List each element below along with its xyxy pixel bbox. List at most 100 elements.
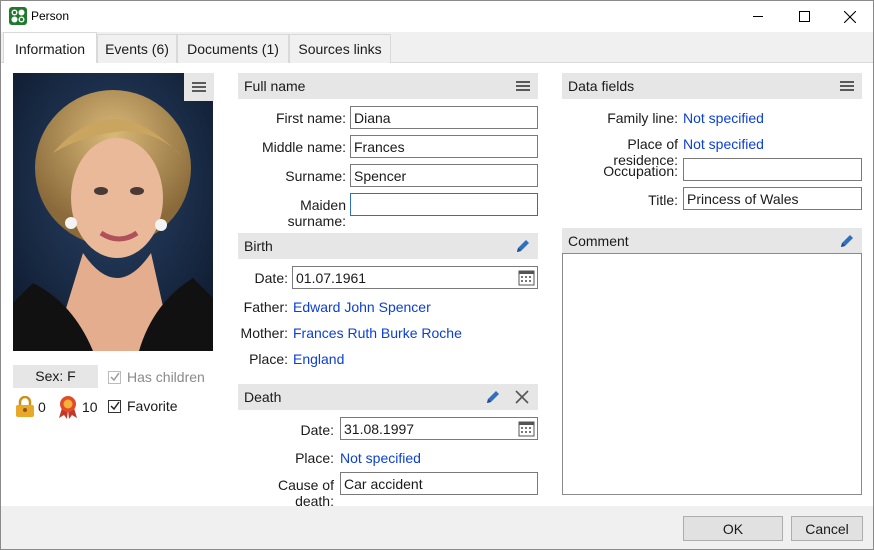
close-icon [844,10,856,23]
residence-link[interactable]: Not specified [683,136,764,152]
section-title: Data fields [568,78,635,94]
birth-date-value: 01.07.1961 [296,270,367,286]
birth-date-field[interactable]: 01.07.1961 [292,266,538,289]
cancel-label: Cancel [805,521,849,537]
calendar-icon[interactable] [518,420,535,437]
first-name-label: First name: [275,110,346,126]
award-counter[interactable]: 10 [57,395,98,419]
death-place-link[interactable]: Not specified [340,450,421,466]
maiden-surname-field[interactable] [350,193,538,216]
tab-documents[interactable]: Documents (1) [177,34,289,63]
tab-label: Sources links [298,41,382,57]
checkmark-icon [109,372,120,382]
tab-label: Events (6) [105,41,169,57]
calendar-icon[interactable] [518,269,535,286]
section-title: Birth [244,238,273,254]
tab-information[interactable]: Information [3,32,97,64]
first-name-value: Diana [354,110,391,126]
family-line-link[interactable]: Not specified [683,110,764,126]
has-children-checkbox[interactable]: Has children [108,369,205,385]
father-label: Father: [243,299,288,315]
checkmark-icon [109,401,120,411]
ok-button[interactable]: OK [683,516,783,541]
mother-link[interactable]: Frances Ruth Burke Roche [293,325,462,341]
favorite-checkbox[interactable]: Favorite [108,398,178,414]
minimize-icon [752,16,763,17]
first-name-field[interactable]: Diana [350,106,538,129]
cause-of-death-label: Cause of death: [277,477,334,509]
pencil-icon [517,240,529,252]
tab-sources-links[interactable]: Sources links [289,34,391,63]
title-label: Title: [648,192,678,208]
data-fields-menu-button[interactable] [838,77,856,95]
birth-place-label: Place: [249,351,288,367]
window-title: Person [31,9,70,23]
death-date-label: Date: [300,422,334,438]
occupation-label: Occupation: [603,163,678,179]
death-date-field[interactable]: 31.08.1997 [340,417,538,440]
lock-icon [16,396,34,417]
surname-label: Surname: [285,168,346,184]
ok-label: OK [722,521,744,537]
data-fields-header: Data fields [562,73,862,99]
pencil-icon [841,235,853,247]
title-field[interactable]: Princess of Wales [683,187,862,210]
tab-events[interactable]: Events (6) [97,34,177,63]
lock-count: 0 [38,399,46,415]
portrait-image [13,73,213,351]
award-ribbon-icon [59,396,77,419]
checkbox-box [108,399,121,413]
section-title: Death [244,389,282,405]
app-logo-icon [9,7,27,25]
photo-menu-button[interactable] [184,73,214,101]
information-panel: Sex: F Has children 0 10 Favorite Full n… [1,63,873,509]
section-title: Comment [568,233,629,249]
dialog-footer: OK Cancel [1,506,873,549]
birth-edit-button[interactable] [514,237,532,255]
award-count: 10 [82,399,98,415]
tab-label: Documents (1) [187,41,279,57]
lock-counter[interactable]: 0 [15,396,46,418]
comment-textarea[interactable] [562,253,862,495]
section-title: Full name [244,78,306,94]
hamburger-icon [516,81,530,91]
maximize-icon [798,11,810,22]
minimize-button[interactable] [735,1,781,32]
death-edit-button[interactable] [484,388,502,406]
mother-label: Mother: [240,325,288,341]
maiden-surname-label: Maiden surname: [287,197,346,229]
middle-name-value: Frances [354,139,405,155]
birth-date-label: Date: [254,270,288,286]
comment-edit-button[interactable] [838,232,856,250]
middle-name-field[interactable]: Frances [350,135,538,158]
has-children-label: Has children [127,369,205,385]
cause-of-death-value: Car accident [344,476,423,492]
death-date-value: 31.08.1997 [344,421,415,437]
sex-button[interactable]: Sex: F [13,365,98,388]
close-button[interactable] [827,1,873,32]
person-dialog: Person Information Events (6) Documents … [0,0,874,550]
occupation-field[interactable] [683,158,862,181]
checkbox-box [108,370,121,384]
birth-place-link[interactable]: England [293,351,344,367]
death-header: Death [238,384,538,410]
maximize-button[interactable] [781,1,827,32]
middle-name-label: Middle name: [261,139,346,155]
family-line-label: Family line: [607,110,678,126]
favorite-label: Favorite [127,398,178,414]
sex-label: Sex: F [35,368,76,384]
cancel-button[interactable]: Cancel [791,516,863,541]
death-remove-button[interactable] [513,388,531,406]
tab-label: Information [14,41,86,57]
surname-field[interactable]: Spencer [350,164,538,187]
person-photo[interactable] [13,73,213,351]
full-name-header: Full name [238,73,538,99]
title-bar[interactable]: Person [1,1,873,32]
pencil-icon [487,391,499,403]
full-name-menu-button[interactable] [514,77,532,95]
hamburger-icon [840,81,854,91]
tab-strip: Information Events (6) Documents (1) Sou… [1,32,873,64]
death-place-label: Place: [295,450,334,466]
father-link[interactable]: Edward John Spencer [293,299,431,315]
cause-of-death-field[interactable]: Car accident [340,472,538,495]
